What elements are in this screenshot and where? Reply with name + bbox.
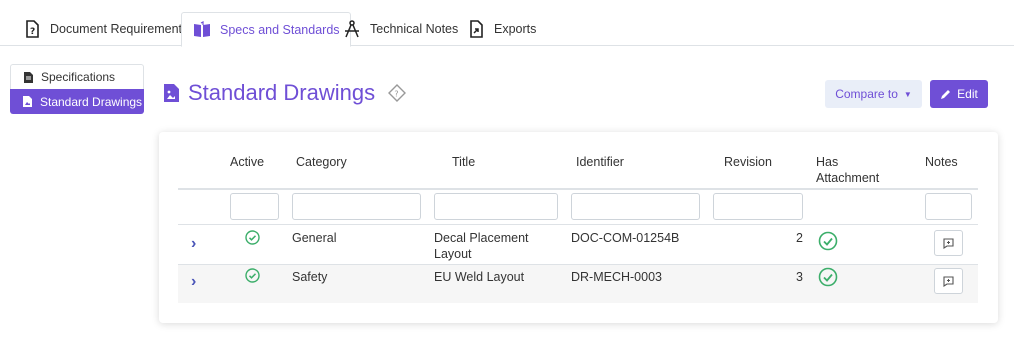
filter-notes-input[interactable] bbox=[925, 193, 972, 220]
header-active[interactable]: Active bbox=[230, 154, 264, 170]
filter-identifier-input[interactable] bbox=[571, 193, 700, 220]
drawings-table-card: Active Category Title Identifier Revisio… bbox=[159, 132, 998, 323]
chevron-right-icon[interactable]: › bbox=[191, 273, 196, 291]
tab-label: Technical Notes bbox=[370, 22, 459, 36]
filter-category-input[interactable] bbox=[292, 193, 421, 220]
tab-label: Exports bbox=[494, 22, 537, 36]
cell-revision: 2 bbox=[796, 231, 803, 245]
compare-to-dropdown[interactable]: Compare to ▼ bbox=[825, 80, 922, 108]
tab-label: Document Requirements bbox=[50, 22, 189, 36]
header-identifier[interactable]: Identifier bbox=[576, 154, 624, 170]
chevron-right-icon[interactable]: › bbox=[191, 235, 196, 253]
cell-title-line1: Decal Placement bbox=[434, 231, 529, 245]
cell-title: EU Weld Layout bbox=[434, 270, 525, 284]
sidebar: Specifications Standard Drawings bbox=[10, 64, 144, 114]
sidebar-item-label: Standard Drawings bbox=[40, 94, 143, 109]
cell-title: Decal Placement Layout bbox=[434, 230, 529, 262]
header-has-attachment-line2: Attachment bbox=[816, 171, 880, 185]
book-open-icon bbox=[194, 20, 210, 37]
header-notes[interactable]: Notes bbox=[925, 154, 958, 170]
header-has-attachment-line1: Has bbox=[816, 155, 839, 169]
cell-identifier: DOC-COM-01254B bbox=[571, 231, 680, 245]
filter-title-input[interactable] bbox=[434, 193, 558, 220]
diamond-question-icon[interactable]: ? bbox=[387, 83, 407, 103]
file-image-icon bbox=[164, 84, 179, 102]
comment-plus-icon bbox=[943, 237, 954, 249]
comment-plus-icon bbox=[943, 275, 954, 287]
page-header: Standard Drawings ? bbox=[163, 80, 407, 106]
cell-category: General bbox=[292, 231, 337, 245]
tab-bar: ? Document Requirements Specs and Standa… bbox=[0, 0, 1014, 47]
document-question-icon: ? bbox=[26, 20, 39, 38]
filter-active-input[interactable] bbox=[230, 193, 279, 220]
page-title: Standard Drawings bbox=[188, 80, 376, 105]
compare-to-label: Compare to bbox=[835, 87, 898, 101]
check-circle-icon bbox=[245, 230, 260, 245]
tab-exports[interactable]: Exports bbox=[456, 12, 546, 46]
edit-button[interactable]: Edit bbox=[930, 80, 988, 108]
add-note-button[interactable] bbox=[934, 230, 963, 256]
tab-document-requirements[interactable]: ? Document Requirements bbox=[12, 12, 198, 46]
sidebar-item-label: Specifications bbox=[41, 70, 116, 84]
sidebar-item-specifications[interactable]: Specifications bbox=[10, 64, 144, 89]
cell-category: Safety bbox=[292, 270, 328, 284]
check-circle-icon bbox=[245, 268, 260, 283]
tab-specs-and-standards[interactable]: Specs and Standards bbox=[181, 12, 351, 47]
file-export-icon bbox=[470, 20, 483, 38]
check-circle-icon bbox=[818, 231, 838, 251]
tab-label: Specs and Standards bbox=[220, 22, 340, 37]
tab-technical-notes[interactable]: Technical Notes bbox=[332, 12, 468, 46]
cell-identifier: DR-MECH-0003 bbox=[571, 270, 662, 284]
edit-label: Edit bbox=[957, 87, 978, 101]
add-note-button[interactable] bbox=[934, 268, 963, 294]
svg-text:?: ? bbox=[30, 27, 35, 37]
svg-text:?: ? bbox=[395, 90, 399, 99]
header-divider bbox=[178, 188, 978, 190]
filter-revision-input[interactable] bbox=[713, 193, 803, 220]
header-category[interactable]: Category bbox=[296, 154, 347, 170]
header-has-attachment[interactable]: Has Attachment bbox=[816, 154, 879, 186]
pencil-icon bbox=[941, 89, 951, 99]
file-image-icon bbox=[23, 96, 32, 107]
header-title[interactable]: Title bbox=[452, 154, 475, 170]
header-revision[interactable]: Revision bbox=[724, 154, 772, 170]
cell-revision: 3 bbox=[796, 270, 803, 284]
caret-down-icon: ▼ bbox=[903, 89, 912, 99]
compass-drafting-icon bbox=[345, 20, 359, 38]
sidebar-item-standard-drawings[interactable]: Standard Drawings bbox=[10, 89, 144, 114]
cell-title-line2: Layout bbox=[434, 247, 472, 261]
check-circle-icon bbox=[818, 267, 838, 287]
file-icon bbox=[24, 71, 33, 83]
